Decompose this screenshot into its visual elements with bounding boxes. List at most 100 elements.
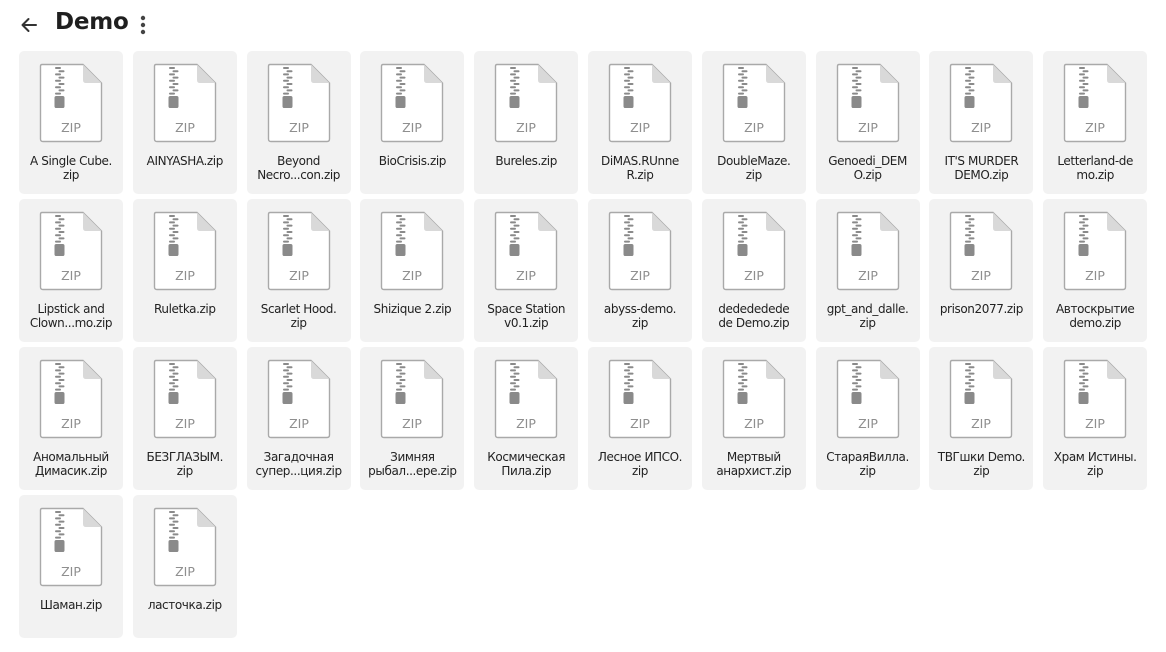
file-tile[interactable]: ZIP DoubleMaze. zip [701, 51, 806, 194]
zipper-tooth [510, 221, 517, 224]
zipper-tooth [399, 366, 406, 369]
zipper-tooth [58, 366, 65, 369]
zipper-tooth [965, 215, 972, 217]
zip-file-icon: ZIP [1063, 359, 1127, 439]
file-tile[interactable]: ZIP ТВГшки Demo. zip [929, 347, 1034, 490]
zipper-tooth [55, 388, 61, 391]
zipper-tooth [965, 86, 972, 89]
zipper-tooth [623, 375, 630, 378]
file-tile[interactable]: ZIP abyss-demo. zip [587, 199, 692, 342]
zipper-tooth [55, 73, 61, 76]
zipper-tooth [1082, 218, 1089, 221]
zipper-tooth [286, 70, 293, 73]
zipper-tooth [1082, 366, 1089, 369]
zipper-tooth [58, 83, 65, 85]
zipper-tooth [55, 530, 61, 533]
file-tile[interactable]: ZIP ласточка.zip [132, 495, 237, 638]
zipper-tooth [737, 240, 744, 243]
file-tile[interactable]: ZIP BioCrisis.zip [360, 51, 465, 194]
file-tile[interactable]: ZIP Beyond Necro...con.zip [246, 51, 351, 194]
file-tile[interactable]: ZIP Мертвый анархист.zip [701, 347, 806, 490]
file-tile[interactable]: ZIP dedededede de Demo.zip [701, 199, 806, 342]
zipper-tooth [737, 375, 744, 378]
zip-file-icon: ZIP [608, 211, 672, 291]
zipper-tooth [1082, 372, 1089, 375]
file-tile[interactable]: ZIP AINYASHA.zip [132, 51, 237, 194]
zipper-tooth [1079, 227, 1086, 230]
zipper-tooth [627, 372, 634, 375]
file-tile[interactable]: ZIP Shizique 2.zip [360, 199, 465, 342]
file-name: Загадочная супер...ция.zip [255, 450, 342, 478]
zipper-tooth [851, 215, 858, 217]
zipper-tooth [968, 366, 975, 369]
zipper-tooth [627, 76, 634, 79]
file-name: Космическая Пила.zip [487, 450, 566, 478]
file-tile[interactable]: ZIP Letterland-de mo.zip [1043, 51, 1148, 194]
file-tile[interactable]: ZIP Ruletka.zip [132, 199, 237, 342]
zipper-tooth [510, 79, 517, 82]
zipper-tooth [1079, 92, 1086, 95]
file-tile[interactable]: ZIP Храм Истины. zip [1043, 347, 1148, 490]
zipper-tooth [623, 240, 630, 243]
file-tile[interactable]: ZIP БЕЗГЛАЗЫМ. zip [132, 347, 237, 490]
zipper-tooth [168, 536, 175, 539]
zipper-tooth [855, 231, 862, 233]
more-options-button[interactable] [130, 10, 156, 40]
zipper-tooth [737, 369, 744, 372]
zipper-tooth [513, 224, 520, 227]
file-tile[interactable]: ZIP IT'S MURDER DEMO.zip [929, 51, 1034, 194]
zipper-tooth [286, 237, 293, 240]
zipper-tooth [399, 231, 406, 233]
zipper-tooth [513, 218, 520, 221]
zipper-tooth [510, 382, 517, 385]
zipper-tooth [396, 388, 403, 391]
zip-label: ZIP [1085, 416, 1105, 431]
file-tile[interactable]: ZIP DiMAS.RUnne R.zip [587, 51, 692, 194]
back-button[interactable] [14, 10, 44, 40]
zipper-tooth [737, 234, 744, 237]
file-name: Shizique 2.zip [373, 302, 452, 316]
zipper-tooth [510, 369, 517, 372]
file-tile[interactable]: ZIP Шаман.zip [19, 495, 123, 638]
zipper-tooth [851, 388, 858, 391]
zipper-tooth [286, 379, 293, 381]
file-tile[interactable]: ZIP Scarlet Hood. zip [246, 199, 351, 342]
zipper-tooth [396, 369, 403, 372]
zipper-tooth [58, 231, 65, 233]
zipper-tooth [968, 83, 975, 85]
file-tile[interactable]: ZIP Зимняя рыбал...ере.zip [360, 347, 465, 490]
zip-file-icon: ZIP [153, 63, 216, 143]
zipper-tooth [168, 388, 175, 391]
zipper-tooth [965, 92, 972, 95]
zipper-tooth [1079, 79, 1086, 82]
file-tile[interactable]: ZIP Автоскрытие demo.zip [1043, 199, 1148, 342]
file-tile[interactable]: ZIP СтараяВилла. zip [815, 347, 920, 490]
zipper-tooth [623, 227, 630, 230]
file-tile[interactable]: ZIP Космическая Пила.zip [474, 347, 579, 490]
file-tile[interactable]: ZIP Genoedi_DEM O.zip [815, 51, 920, 194]
zipper-tooth [396, 67, 403, 69]
file-tile[interactable]: ZIP Загадочная супер...ция.zip [246, 347, 351, 490]
zipper-tooth [58, 89, 65, 92]
zip-label: ZIP [630, 416, 650, 431]
zip-label: ZIP [858, 120, 878, 135]
zipper-tooth [399, 379, 406, 381]
file-tile[interactable]: ZIP Lipstick and Clown...mo.zip [19, 199, 123, 342]
zipper-tooth [627, 379, 634, 381]
file-name: Genoedi_DEM O.zip [828, 154, 907, 182]
file-name: AINYASHA.zip [146, 154, 224, 168]
zipper-tooth [968, 231, 975, 233]
file-tile[interactable]: ZIP A Single Cube. zip [19, 51, 123, 194]
file-tile[interactable]: ZIP Space Station v0.1.zip [474, 199, 579, 342]
file-name: Ruletka.zip [154, 302, 216, 316]
file-tile[interactable]: ZIP Аномальный Димасик.zip [19, 347, 123, 490]
file-tile[interactable]: ZIP Bureles.zip [474, 51, 579, 194]
arrow-left-icon [21, 18, 37, 32]
zipper-tooth [851, 240, 858, 243]
file-tile[interactable]: ZIP prison2077.zip [929, 199, 1034, 342]
file-tile[interactable]: ZIP Лесное ИПСО. zip [587, 347, 692, 490]
zipper-tooth [168, 92, 175, 95]
zipper-tooth [282, 234, 289, 237]
file-tile[interactable]: ZIP gpt_and_dalle. zip [815, 199, 920, 342]
zipper-tooth [282, 221, 289, 224]
